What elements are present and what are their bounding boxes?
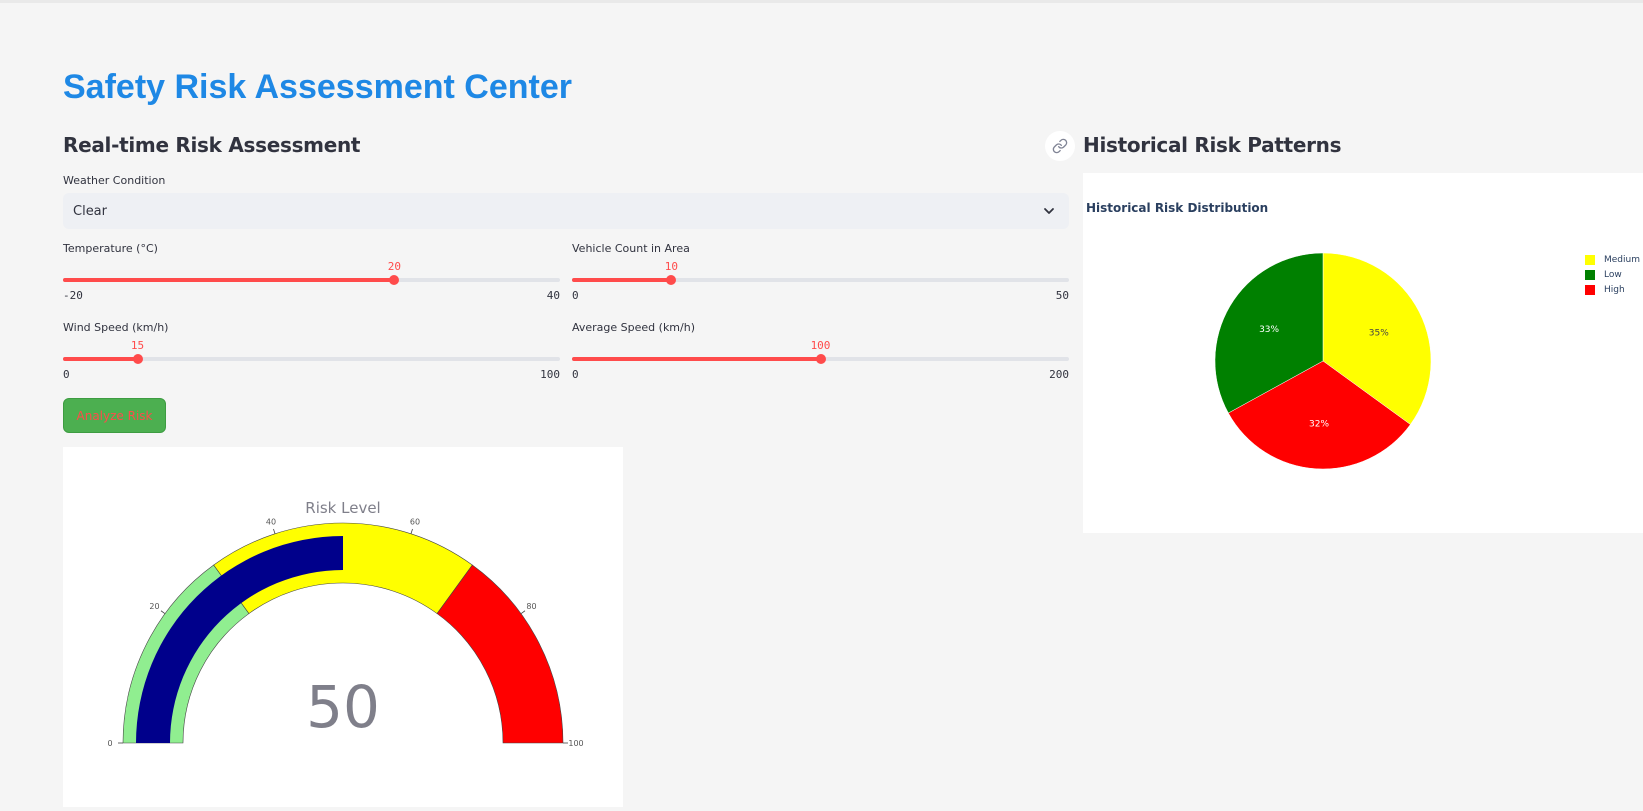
chevron-down-icon [1044,208,1054,214]
page-title: Safety Risk Assessment Center [63,68,572,106]
realtime-subheader: Real-time Risk Assessment [63,133,361,157]
wind-speed-slider[interactable]: 15 0 100 [63,324,560,381]
weather-label: Weather Condition [63,174,166,187]
slider-min: 0 [572,368,579,381]
legend-label: Low [1604,270,1622,280]
analyze-risk-button[interactable]: Analyze Risk [63,398,166,433]
weather-select[interactable]: Clear [63,193,1069,229]
risk-gauge-card: Risk Level 0 20 40 60 80 100 50 [63,447,623,807]
slider-value: 20 [387,260,401,273]
legend-item-high[interactable]: High [1585,285,1625,295]
legend-swatch [1585,255,1595,265]
slider-min: 0 [63,368,70,381]
slider-max: 200 [1049,368,1069,381]
slider-min: -20 [63,289,83,302]
anchor-link-button[interactable] [1045,131,1075,161]
pie-chart-title: Historical Risk Distribution [1086,201,1269,215]
gauge-tick [520,610,526,615]
slider-max: 50 [1055,289,1069,302]
risk-distribution-pie: 35% 32% 33% [1214,252,1432,470]
pie-label-high: 32% [1309,420,1329,430]
pie-label-medium: 35% [1369,329,1389,339]
gauge-step-2 [436,564,564,744]
average-speed-slider[interactable]: 100 0 200 [572,324,1069,381]
link-icon [1052,138,1068,154]
temperature-slider[interactable]: 20 -20 40 [63,245,560,302]
historical-subheader: Historical Risk Patterns [1083,133,1342,157]
gauge-tick-label: 60 [410,517,420,526]
vehicle-count-slider[interactable]: 10 0 50 [572,245,1069,302]
slider-fill [572,278,672,282]
slider-fill [63,357,138,361]
risk-distribution-card: Historical Risk Distribution 35% 32% 33% M… [1083,173,1643,533]
gauge-tick-label: 0 [107,739,112,748]
slider-max: 40 [546,289,560,302]
slider-max: 100 [540,368,560,381]
slider-fill [572,357,821,361]
legend-label: High [1604,285,1625,295]
legend-swatch [1585,270,1595,280]
gauge-tick [273,528,276,534]
slider-thumb[interactable] [815,354,826,364]
pie-label-low: 33% [1259,325,1279,335]
gauge-tick-label: 20 [149,602,159,611]
slider-value: 100 [810,339,831,352]
gauge-tick-label: 40 [266,517,276,526]
slider-value: 10 [664,260,679,273]
gauge-value-number: 50 [306,673,380,741]
legend-item-medium[interactable]: Medium [1585,255,1640,265]
slider-fill [63,278,395,282]
top-decoration-bar [0,0,1643,3]
risk-gauge-chart: Risk Level 0 20 40 60 80 100 50 [107,499,583,748]
gauge-tick-label: 80 [526,602,536,611]
legend-item-low[interactable]: Low [1585,270,1622,280]
legend-label: Medium [1604,255,1640,265]
gauge-tick-label: 100 [568,739,583,748]
weather-select-value: Clear [73,203,107,219]
slider-value: 15 [130,339,145,352]
slider-thumb[interactable] [132,354,143,364]
gauge-tick [410,528,413,534]
legend-swatch [1585,285,1595,295]
gauge-tick [160,610,166,615]
slider-thumb[interactable] [666,275,677,285]
slider-min: 0 [572,289,579,302]
gauge-title: Risk Level [305,499,380,517]
slider-thumb[interactable] [389,275,400,285]
